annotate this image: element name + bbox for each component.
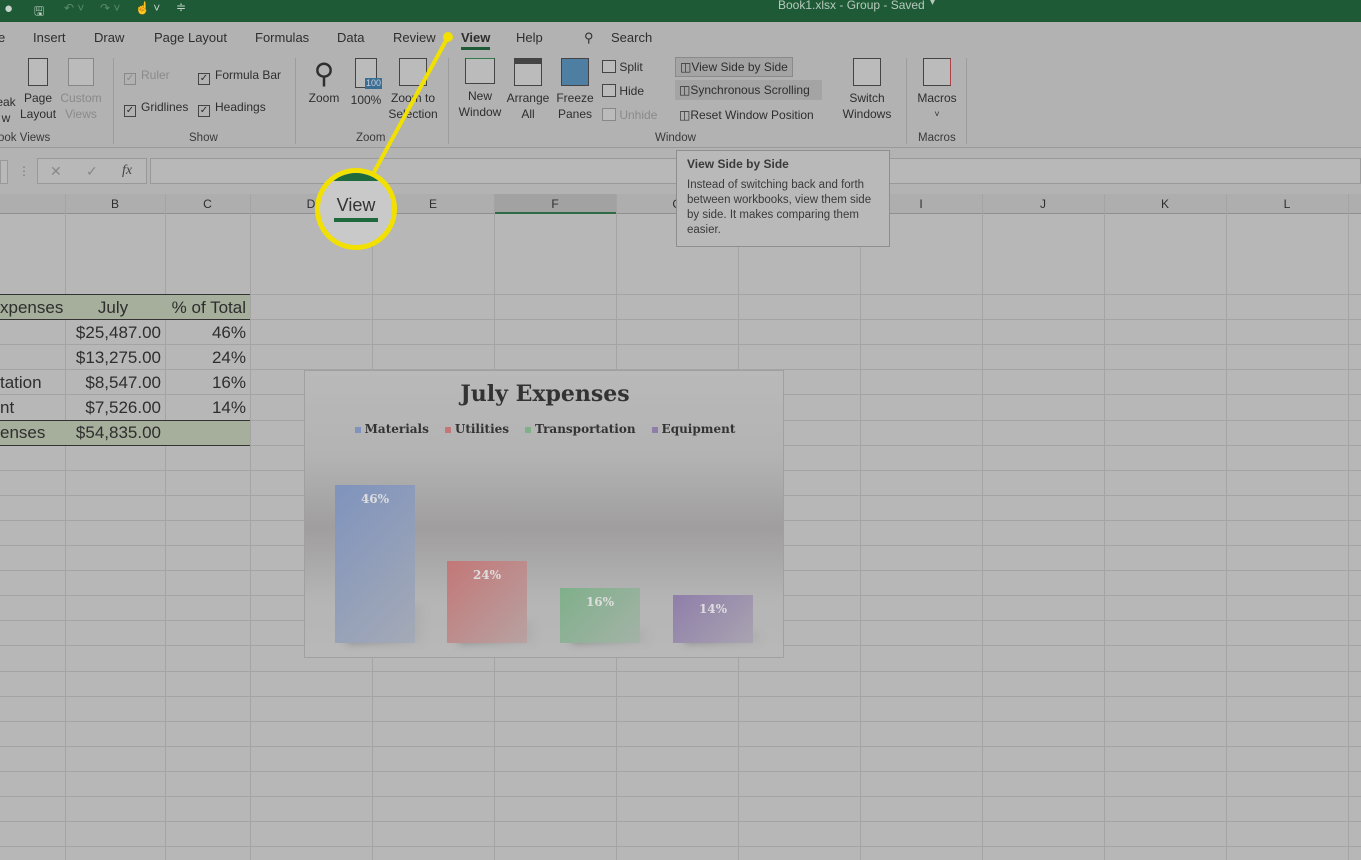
view-tab-callout: View [315, 168, 397, 250]
callout-underline [334, 218, 378, 222]
callout-label: View [336, 195, 376, 215]
callout-pointer [371, 32, 453, 175]
callout-titlebar [320, 173, 392, 181]
callout-line [371, 36, 450, 175]
callout-dot [443, 32, 453, 42]
